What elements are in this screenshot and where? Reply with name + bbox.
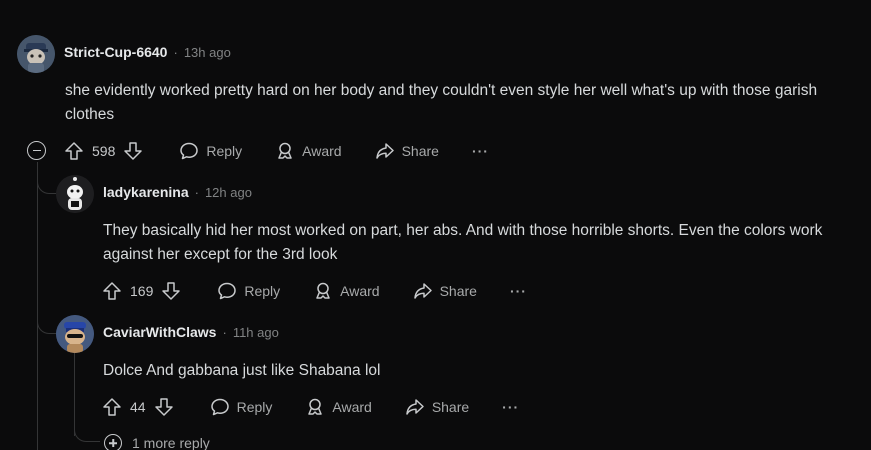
award-icon xyxy=(278,142,292,159)
thread-connector-reply-2 xyxy=(37,300,57,334)
more-replies-label: 1 more reply xyxy=(132,435,210,450)
timestamp[interactable]: 12h ago xyxy=(205,185,252,200)
reply-label: Reply xyxy=(236,399,273,415)
avatar-snoo-icon xyxy=(17,35,55,73)
minus-icon xyxy=(32,149,41,152)
reply-label: Reply xyxy=(244,283,281,299)
award-label: Award xyxy=(340,283,380,299)
more-options-button[interactable]: ··· xyxy=(502,399,519,415)
upvote-icon[interactable] xyxy=(102,397,122,417)
username[interactable]: ladykarenina xyxy=(103,184,189,200)
comment-meta: Strict-Cup-6640 · 13h ago xyxy=(64,44,231,60)
timestamp[interactable]: 13h ago xyxy=(184,45,231,60)
vote-count: 169 xyxy=(130,283,154,299)
reply-label: Reply xyxy=(206,143,243,159)
more-options-icon: ··· xyxy=(509,283,527,299)
avatar[interactable] xyxy=(17,35,55,73)
reply-icon xyxy=(210,398,229,416)
share-icon xyxy=(375,143,394,159)
reply-icon xyxy=(218,282,237,300)
share-label: Share xyxy=(431,399,470,415)
vote-count: 598 xyxy=(92,143,116,159)
downvote-icon[interactable] xyxy=(161,281,181,301)
more-options-button[interactable]: ··· xyxy=(510,283,527,299)
share-icon xyxy=(406,399,424,415)
separator: · xyxy=(194,184,199,200)
more-replies-link[interactable]: 1 more reply xyxy=(104,434,210,450)
share-label: Share xyxy=(439,283,477,299)
avatar[interactable] xyxy=(56,315,94,353)
vote-group: 44 xyxy=(102,397,174,417)
upvote-icon[interactable] xyxy=(102,281,122,301)
timestamp[interactable]: 11h ago xyxy=(233,325,279,340)
vote-group: 169 xyxy=(102,281,181,301)
award-label: Award xyxy=(332,399,372,415)
more-options-icon: ··· xyxy=(502,399,520,415)
comment-actions: 598 Reply Award Share ··· xyxy=(64,139,522,163)
share-icon xyxy=(413,283,432,299)
share-button[interactable]: Share xyxy=(413,281,477,301)
comment-actions: 169 Reply Award Share ··· xyxy=(102,279,560,303)
reply-icon xyxy=(180,142,199,160)
separator: · xyxy=(173,44,178,60)
username[interactable]: Strict-Cup-6640 xyxy=(64,44,167,60)
more-options-icon: ··· xyxy=(471,143,489,159)
collapse-thread-button[interactable] xyxy=(27,141,46,160)
vote-count: 44 xyxy=(130,399,146,415)
award-icon xyxy=(308,398,323,415)
downvote-icon[interactable] xyxy=(154,397,174,417)
comment-body: Dolce And gabbana just like Shabana lol xyxy=(103,362,381,379)
award-icon xyxy=(316,282,330,299)
share-label: Share xyxy=(401,143,439,159)
comment-meta: ladykarenina · 12h ago xyxy=(103,184,252,200)
reply-button[interactable]: Reply xyxy=(217,281,280,301)
award-button[interactable]: Award xyxy=(305,397,372,417)
award-button[interactable]: Award xyxy=(275,141,342,161)
award-label: Award xyxy=(302,143,342,159)
comment-body: They basically hid her most worked on pa… xyxy=(103,222,823,263)
vote-group: 598 xyxy=(64,141,143,161)
more-options-button[interactable]: ··· xyxy=(472,143,489,159)
thread-connector-reply-1 xyxy=(37,168,57,194)
separator: · xyxy=(222,324,227,340)
username[interactable]: CaviarWithClaws xyxy=(103,324,216,340)
expand-plus-icon xyxy=(104,434,122,450)
reply-button[interactable]: Reply xyxy=(210,397,273,417)
downvote-icon[interactable] xyxy=(123,141,143,161)
comment-meta: CaviarWithClaws · 11h ago xyxy=(103,324,279,340)
award-button[interactable]: Award xyxy=(313,281,380,301)
avatar-snoo-icon xyxy=(56,315,94,353)
avatar-snoo-icon xyxy=(56,175,94,213)
share-button[interactable]: Share xyxy=(405,397,469,417)
share-button[interactable]: Share xyxy=(375,141,439,161)
avatar[interactable] xyxy=(56,175,94,213)
comment-body: she evidently worked pretty hard on her … xyxy=(65,82,818,123)
upvote-icon[interactable] xyxy=(64,141,84,161)
comment-actions: 44 Reply Award Share ··· xyxy=(102,395,552,419)
thread-connector-more xyxy=(74,420,100,442)
reply-button[interactable]: Reply xyxy=(179,141,242,161)
